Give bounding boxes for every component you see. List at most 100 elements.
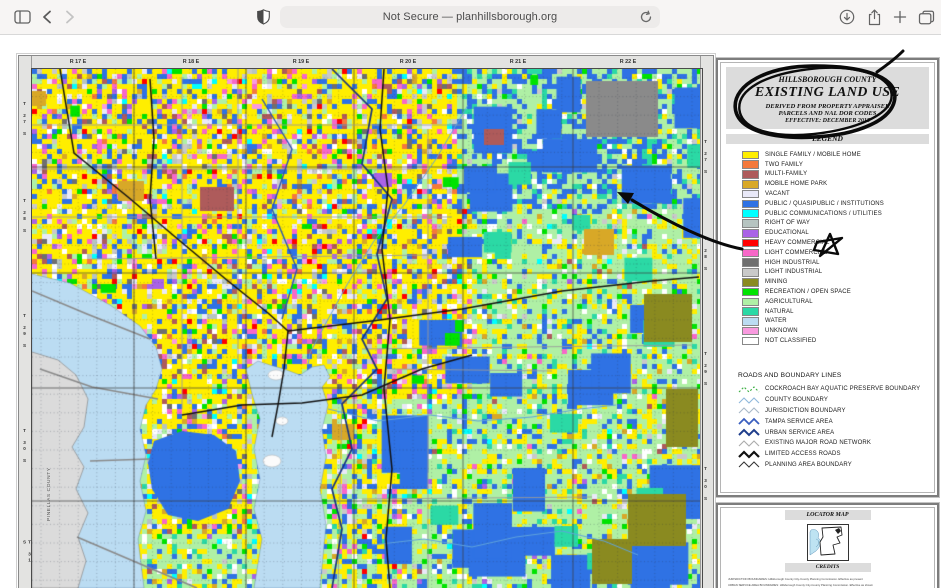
road-legend-label: COUNTY BOUNDARY [765,397,828,403]
range-label: R 19 E [293,59,309,65]
downloads-button[interactable] [836,7,858,27]
road-line-sample-icon [738,450,760,459]
range-label: R 18 E [183,59,199,65]
legend-swatch [742,298,759,307]
legend-label: RECREATION / OPEN SPACE [765,289,851,295]
legend-swatch [742,209,759,218]
legend-item: HEAVY COMMERCIAL [742,238,933,248]
road-legend-label: EXISTING MAJOR ROAD NETWORK [765,440,871,446]
legend-item: NOT CLASSIFIED [742,336,933,346]
map-title-block: HILLSBOROUGH COUNTY EXISTING LAND USE DE… [726,67,929,129]
legend-swatch [742,219,759,228]
land-use-map-image [32,69,700,588]
pinellas-county-label: PINELLAS COUNTY [47,467,52,521]
legend-label: SINGLE FAMILY / MOBILE HOME [765,152,861,158]
legend-item: PUBLIC COMMUNICATIONS / UTILITIES [742,209,933,219]
credit-line: URBAN SERVICE AREA BOUNDARIES: Hillsboro… [728,583,931,587]
legend-label: MULTI-FAMILY [765,171,807,177]
legend-item: RIGHT OF WAY [742,219,933,229]
legend-label: HIGH INDUSTRIAL [765,260,820,266]
legend-swatch [742,229,759,238]
legend-swatch [742,258,759,267]
legend-swatch [742,278,759,287]
legend-item: UNKNOWN [742,326,933,336]
map-document-sheet: PINELLAS COUNTY R 17 ER 18 ER 19 ER 20 E… [18,55,714,588]
road-legend-item: JURISDICTION BOUNDARY [738,406,933,417]
legend-item: LIGHT COMMERCIAL [742,248,933,258]
road-line-sample-icon [738,428,760,437]
legend-swatch [742,337,759,346]
title-county: HILLSBOROUGH COUNTY [726,75,929,84]
title-effective-date: EFFECTIVE: DECEMBER 2015 [726,118,929,124]
legend-label: AGRICULTURAL [765,299,813,305]
legend-item: WATER [742,317,933,327]
back-button[interactable] [36,7,58,27]
range-label: R 21 E [510,59,526,65]
legend-label: HEAVY COMMERCIAL [765,240,830,246]
township-label: T 29 S [22,313,27,349]
road-line-sample-icon [738,385,760,394]
legend-item: RECREATION / OPEN SPACE [742,287,933,297]
road-line-sample-icon [738,460,760,469]
range-label: R 17 E [70,59,86,65]
sidebar-toggle-button[interactable] [11,7,33,27]
road-line-sample-icon [738,406,760,415]
legend-swatch [742,180,759,189]
legend-label: TWO FAMILY [765,162,803,168]
road-legend-label: TAMPA SERVICE AREA [765,419,833,425]
legend-label: UNKNOWN [765,328,798,334]
legend-swatch [742,200,759,209]
legend-item: PUBLIC / QUASIPUBLIC / INSTITUTIONS [742,199,933,209]
new-tab-button[interactable] [889,7,911,27]
url-field[interactable]: Not Secure — planhillsborough.org [280,6,660,28]
township-label: T 29 S [703,351,708,387]
township-label: T 27 S [22,101,27,137]
browser-window: Not Secure — planhillsborough.org PINELL… [0,0,941,588]
legend-panel: HILLSBOROUGH COUNTY EXISTING LAND USE DE… [716,58,939,497]
credit-line: JURISDICTION BOUNDARIES: Hillsborough Co… [728,577,931,581]
legend-label: NOT CLASSIFIED [765,338,816,344]
legend-item: HIGH INDUSTRIAL [742,258,933,268]
legend-item: EDUCATIONAL [742,228,933,238]
privacy-shield-icon[interactable] [252,7,274,27]
locator-map-header: LOCATOR MAP [785,510,871,520]
title-main: EXISTING LAND USE [726,85,929,101]
forward-button[interactable] [59,7,81,27]
township-label: T 31 S [22,540,32,573]
road-legend-item: TAMPA SERVICE AREA [738,416,933,427]
title-sub2: PARCELS AND NAL DOR CODES [726,110,929,117]
roads-section-header: ROADS AND BOUNDARY LINES [738,372,842,379]
credits-header: CREDITS [785,563,871,572]
legend-label: MINING [765,279,788,285]
township-label: T 30 S [22,428,27,464]
legend-item: MINING [742,277,933,287]
legend-swatch [742,249,759,258]
legend-header: LEGEND [726,134,929,144]
road-legend-item: PLANNING AREA BOUNDARY [738,460,933,471]
legend-item: NATURAL [742,307,933,317]
legend-label: PUBLIC / QUASIPUBLIC / INSTITUTIONS [765,201,884,207]
road-legend-items: COCKROACH BAY AQUATIC PRESERVE BOUNDARY C… [738,384,933,470]
road-legend-label: JURISDICTION BOUNDARY [765,408,846,414]
road-legend-label: COCKROACH BAY AQUATIC PRESERVE BOUNDARY [765,386,920,392]
legend-item: MULTI-FAMILY [742,170,933,180]
township-label: T 28 S [703,236,708,272]
share-button[interactable] [863,7,885,27]
tab-overview-button[interactable] [915,7,937,27]
reload-button[interactable] [639,10,653,24]
road-legend-label: PLANNING AREA BOUNDARY [765,462,852,468]
road-legend-label: LIMITED ACCESS ROADS [765,451,841,457]
legend-swatch [742,327,759,336]
browser-toolbar: Not Secure — planhillsborough.org [0,0,941,35]
legend-label: LIGHT INDUSTRIAL [765,269,822,275]
township-label: T 27 S [703,139,708,175]
road-line-sample-icon [738,417,760,426]
road-legend-item: COUNTY BOUNDARY [738,395,933,406]
legend-swatch [742,307,759,316]
legend-swatch [742,268,759,277]
legend-label: VACANT [765,191,790,197]
legend-swatch [742,317,759,326]
title-sub1: DERIVED FROM PROPERTY APPRAISER [726,103,929,110]
legend-swatch [742,160,759,169]
legend-label: RIGHT OF WAY [765,220,810,226]
